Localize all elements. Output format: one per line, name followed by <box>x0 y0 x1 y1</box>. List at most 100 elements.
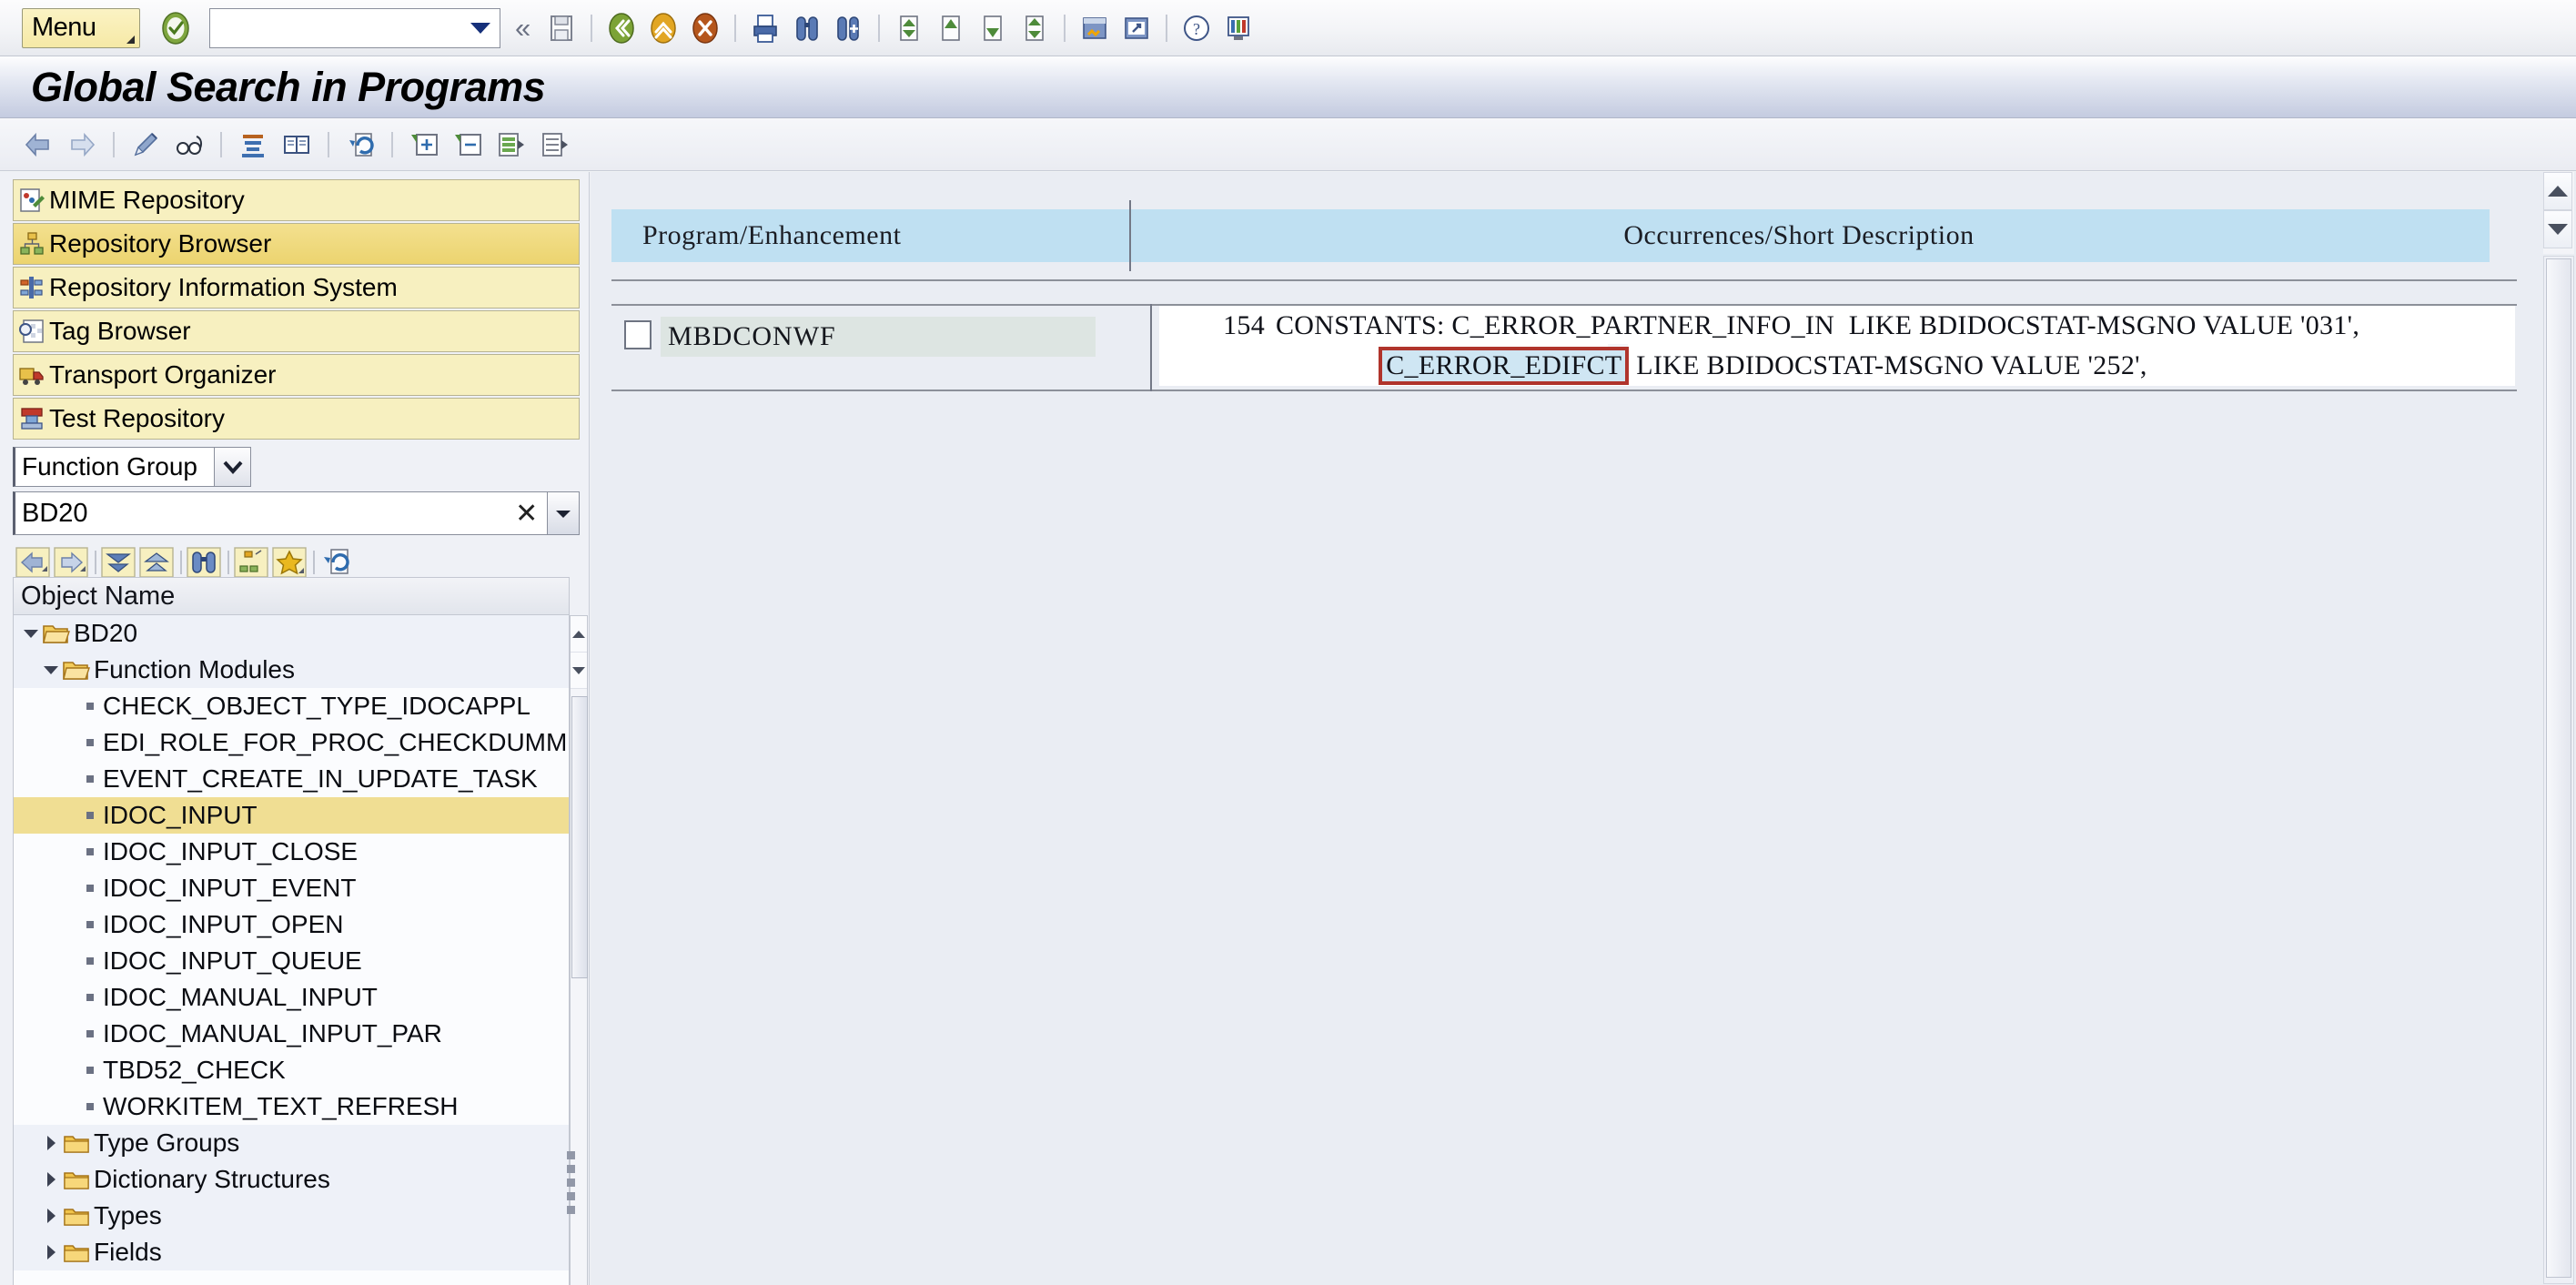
tree-folder-node[interactable]: Dictionary Structures <box>14 1161 569 1198</box>
create-shortcut-icon[interactable] <box>1118 10 1155 46</box>
display-glasses-icon[interactable] <box>172 127 207 162</box>
tree-leaf-node[interactable]: IDOC_INPUT_OPEN <box>14 906 569 943</box>
refresh-tree-icon[interactable] <box>318 544 355 581</box>
command-dropdown-icon[interactable] <box>470 22 490 34</box>
chevron-right-icon[interactable] <box>39 1172 63 1187</box>
collapse-all-icon[interactable] <box>138 544 175 581</box>
sidebar-item-transport-organizer[interactable]: Transport Organizer <box>13 354 580 396</box>
next-page-icon[interactable] <box>975 10 1011 46</box>
chevron-right-icon[interactable] <box>39 1136 63 1150</box>
chevron-down-icon[interactable] <box>19 629 43 638</box>
clear-x-icon[interactable]: ✕ <box>515 498 538 530</box>
splitter-grip[interactable] <box>564 1123 577 1241</box>
sidebar-item-tag-browser[interactable]: Tag Browser <box>13 310 580 352</box>
chevron-right-icon[interactable] <box>39 1245 63 1260</box>
tree-leaf-node[interactable]: WORKITEM_TEXT_REFRESH <box>14 1088 569 1125</box>
expand-node-icon[interactable] <box>407 127 441 162</box>
object-type-select[interactable]: Function Group <box>13 447 215 487</box>
first-page-icon[interactable] <box>891 10 927 46</box>
tree-leaf-node[interactable]: IDOC_MANUAL_INPUT <box>14 979 569 1016</box>
back-green-icon[interactable] <box>603 10 640 46</box>
enter-check-icon[interactable] <box>160 11 191 45</box>
list-view-icon[interactable] <box>279 127 314 162</box>
scrollbar-thumb[interactable] <box>2546 258 2571 1278</box>
find-binoculars-icon[interactable] <box>186 544 222 581</box>
main-scroll-buttons[interactable] <box>2543 172 2574 254</box>
nav-forward-icon[interactable] <box>53 544 89 581</box>
menu-button[interactable]: Menu <box>22 7 140 48</box>
object-name-input[interactable]: BD20 ✕ <box>13 491 549 535</box>
tree-leaf-node[interactable]: IDOC_INPUT_QUEUE <box>14 943 569 979</box>
collapse-subtree-icon[interactable] <box>538 127 572 162</box>
tree-folder-node[interactable]: Fields <box>14 1234 569 1270</box>
tree-leaf-node[interactable]: EDI_ROLE_FOR_PROC_CHECKDUMM <box>14 724 569 761</box>
tree-bullet-icon <box>86 703 94 710</box>
tree-leaf-node[interactable]: IDOC_INPUT_EVENT <box>14 870 569 906</box>
cancel-red-icon[interactable] <box>687 10 723 46</box>
save-icon[interactable] <box>543 10 580 46</box>
find-next-icon[interactable] <box>831 10 867 46</box>
dropdown-arrow-icon[interactable] <box>548 491 580 535</box>
code-line[interactable]: C_ERROR_EDIFCT LIKE BDIDOCSTAT-MSGNO VAL… <box>1159 346 2515 386</box>
edit-pencil-icon[interactable] <box>128 127 163 162</box>
find-icon[interactable] <box>789 10 825 46</box>
sidebar-item-mime-repository[interactable]: MIME Repository <box>13 179 580 221</box>
tree-folder-node[interactable]: Function Modules <box>14 652 569 688</box>
tree-folder-node[interactable]: BD20 <box>14 615 569 652</box>
toolbar-separator <box>220 131 222 157</box>
create-session-icon[interactable] <box>1076 10 1113 46</box>
program-cell[interactable]: MBDCONWF <box>611 306 1148 390</box>
previous-page-icon[interactable] <box>933 10 969 46</box>
table-row[interactable]: MBDCONWF 154 CONSTANTS: C_ERROR_PARTNER_… <box>611 304 2517 391</box>
tree-node-label: CHECK_OBJECT_TYPE_IDOCAPPL <box>103 692 530 720</box>
tree-leaf-node[interactable]: IDOC_MANUAL_INPUT_PAR <box>14 1016 569 1052</box>
collapse-toolbar-icon[interactable]: « <box>515 12 530 45</box>
help-icon[interactable]: ? <box>1178 10 1215 46</box>
tree-leaf-node[interactable]: TBD52_CHECK <box>14 1052 569 1088</box>
chevron-down-icon[interactable] <box>215 447 251 487</box>
scroll-up-icon[interactable] <box>571 616 587 653</box>
tree-body[interactable]: BD20 Function Modules CHECK_OBJECT_TYPE_ID… <box>13 615 570 1285</box>
expand-all-icon[interactable] <box>100 544 136 581</box>
exit-yellow-icon[interactable] <box>645 10 682 46</box>
sidebar-item-repository-browser[interactable]: Repository Browser <box>13 223 580 265</box>
nav-back-icon[interactable] <box>15 544 51 581</box>
expand-subtree-icon[interactable] <box>494 127 529 162</box>
column-header-occurrences[interactable]: Occurrences/Short Description <box>1108 209 2490 262</box>
forward-arrow-icon[interactable] <box>65 127 99 162</box>
scrollbar-thumb[interactable] <box>571 696 588 978</box>
sidebar-item-test-repository[interactable]: Test Repository <box>13 398 580 440</box>
favorites-star-icon[interactable] <box>271 544 308 581</box>
customize-local-layout-icon[interactable] <box>1220 10 1257 46</box>
scroll-down-icon[interactable] <box>2543 210 2572 248</box>
other-object-icon[interactable] <box>236 127 270 162</box>
back-arrow-icon[interactable] <box>21 127 56 162</box>
tree-leaf-node[interactable]: IDOC_INPUT_CLOSE <box>14 834 569 870</box>
tree-node-label: Function Modules <box>94 655 296 683</box>
tree-node-label: IDOC_MANUAL_INPUT_PAR <box>103 1019 442 1047</box>
row-checkbox[interactable] <box>624 320 652 349</box>
code-line[interactable]: 154 CONSTANTS: C_ERROR_PARTNER_INFO_IN L… <box>1159 306 2515 346</box>
tree-folder-node[interactable]: Types <box>14 1198 569 1234</box>
tree-leaf-node[interactable]: IDOC_INPUT <box>14 797 569 834</box>
object-tree: Object Name BD20 Function Modules CHECK_OB… <box>13 577 588 1285</box>
refresh-icon[interactable] <box>343 127 378 162</box>
menu-button-label: Menu <box>32 13 96 42</box>
object-list-icon[interactable] <box>233 544 269 581</box>
column-header-program[interactable]: Program/Enhancement <box>611 209 1108 262</box>
tree-folder-node[interactable]: Type Groups <box>14 1125 569 1161</box>
command-field[interactable] <box>209 7 500 48</box>
tree-leaf-node[interactable]: CHECK_OBJECT_TYPE_IDOCAPPL <box>14 688 569 724</box>
chevron-right-icon[interactable] <box>39 1209 63 1223</box>
sidebar: MIME Repository Repository Browser Repos… <box>0 172 590 1285</box>
sidebar-item-repository-information-system[interactable]: Repository Information System <box>13 267 580 309</box>
program-name[interactable]: MBDCONWF <box>661 317 1096 357</box>
print-icon[interactable] <box>747 10 783 46</box>
scroll-down-icon[interactable] <box>571 653 587 689</box>
chevron-down-icon[interactable] <box>39 665 63 674</box>
collapse-node-icon[interactable] <box>450 127 485 162</box>
tree-leaf-node[interactable]: EVENT_CREATE_IN_UPDATE_TASK <box>14 761 569 797</box>
last-page-icon[interactable] <box>1016 10 1053 46</box>
main-scrollbar[interactable] <box>2543 256 2574 1284</box>
scroll-up-icon[interactable] <box>2543 172 2572 210</box>
